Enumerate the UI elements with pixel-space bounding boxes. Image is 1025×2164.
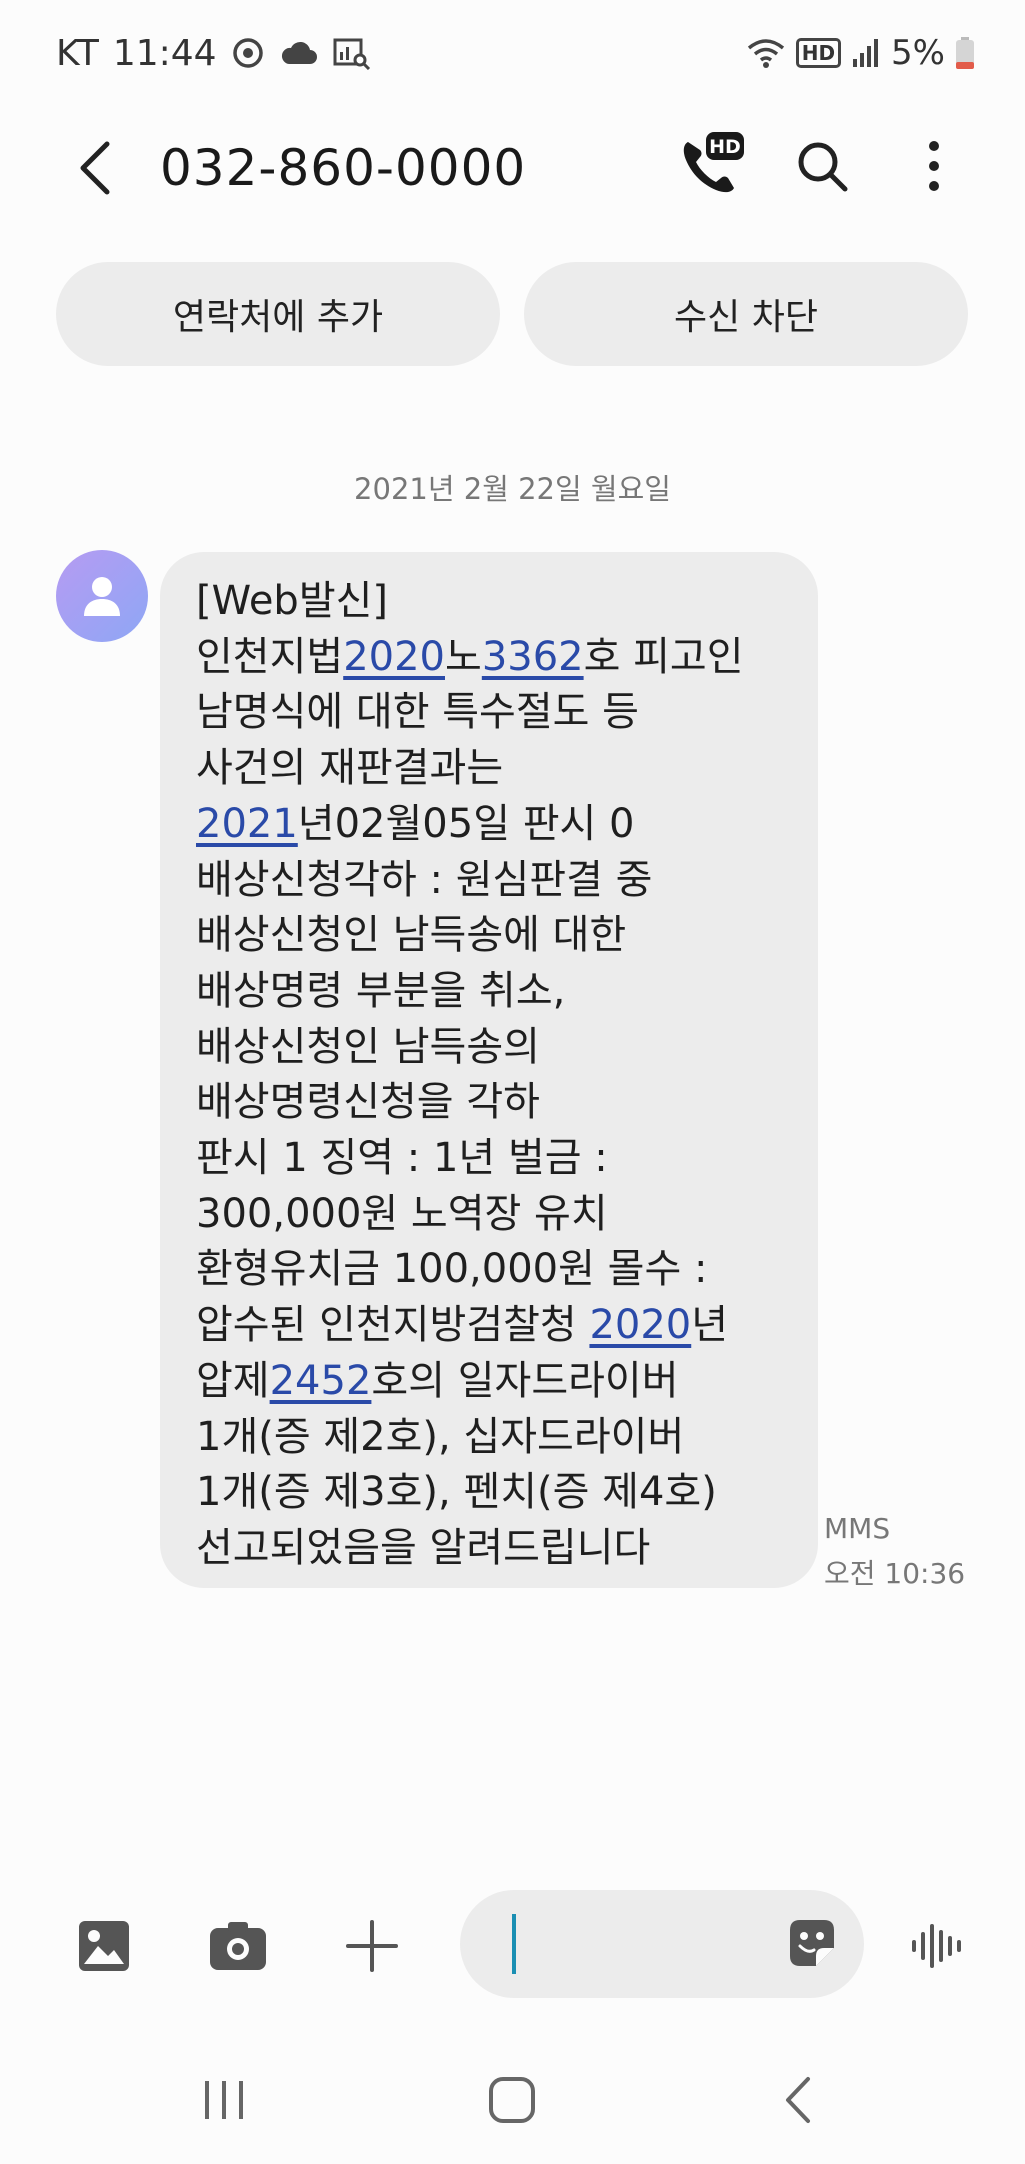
message-line: 300,000원 노역장 유치 xyxy=(196,1187,788,1243)
message-line: 1개(증 제2호), 십자드라이버 xyxy=(196,1410,788,1466)
message-text: 노 xyxy=(445,633,482,680)
sticker-button[interactable] xyxy=(784,1916,840,1972)
message-text: 호의 일자드라이버 xyxy=(371,1357,679,1404)
message-text: 배상명령 부분을 취소, xyxy=(196,967,566,1014)
hd-call-button[interactable]: HD xyxy=(672,128,748,204)
hd-voice-icon: HD xyxy=(795,38,842,68)
home-icon xyxy=(489,2077,535,2123)
recent-apps-button[interactable] xyxy=(174,2060,274,2140)
hd-call-badge: HD xyxy=(709,136,741,158)
conversation-title: 032-860-0000 xyxy=(160,139,527,197)
waveform-icon xyxy=(912,1924,961,1968)
message-line: 인천지법2020노3362호 피고인 xyxy=(196,630,788,686)
sender-avatar[interactable] xyxy=(56,550,148,642)
wifi-icon xyxy=(746,37,786,69)
message-text: 인천지법 xyxy=(196,633,344,680)
message-body: [Web발신] 인천지법2020노3362호 피고인 남명식에 대한 특수절도 등사… xyxy=(196,574,788,1577)
back-arrow-icon xyxy=(80,141,110,195)
message-text: 압제 xyxy=(196,1357,270,1404)
message-line: 배상신청각하 : 원심판결 중 xyxy=(196,853,788,909)
status-bar-left: KT 11:44 xyxy=(56,28,371,78)
message-line: 2021년02월05일 판시 0 xyxy=(196,797,788,853)
message-text: 압수된 인천지방검찰청 xyxy=(196,1302,590,1349)
add-contact-button[interactable]: 연락처에 추가 xyxy=(56,262,500,366)
battery-icon xyxy=(955,36,975,70)
message-text: 년 xyxy=(691,1302,729,1349)
message-line: 남명식에 대한 특수절도 등 xyxy=(196,685,788,741)
search-icon xyxy=(798,142,848,192)
message-text: 배상신청인 남득송에 대한 xyxy=(196,912,627,959)
message-line: 선고되었음을 알려드립니다 xyxy=(196,1521,788,1577)
message-text: 선고되었음을 알려드립니다 xyxy=(196,1524,651,1571)
block-number-button[interactable]: 수신 차단 xyxy=(524,262,968,366)
message-input[interactable] xyxy=(460,1890,864,1998)
gallery-button[interactable] xyxy=(66,1908,142,1984)
message-line: 배상신청인 남득송의 xyxy=(196,1020,788,1076)
message-text: 배상신청각하 : 원심판결 중 xyxy=(196,856,653,903)
message-text: 1개(증 제2호), 십자드라이버 xyxy=(196,1413,685,1460)
home-button[interactable] xyxy=(462,2060,562,2140)
message-type-label: MMS xyxy=(824,1512,891,1545)
message-line: 판시 1 징역 : 1년 벌금 : xyxy=(196,1131,788,1187)
message-text: 배상신청인 남득송의 xyxy=(196,1023,540,1070)
clock: 11:44 xyxy=(112,32,217,74)
status-bar-right: HD 5% xyxy=(746,28,975,78)
back-nav-icon xyxy=(786,2077,810,2123)
message-text: 년02월05일 판시 0 xyxy=(297,800,635,847)
sync-icon xyxy=(231,36,265,70)
message-link[interactable]: 2020 xyxy=(589,1302,691,1348)
date-separator: 2021년 2월 22일 월요일 xyxy=(354,472,671,506)
carrier-label: KT xyxy=(56,32,99,74)
message-text: 호 피고인 xyxy=(583,633,744,680)
message-text: 환형유치금 100,000원 몰수 : xyxy=(196,1246,708,1293)
chart-search-icon xyxy=(333,36,371,70)
image-icon xyxy=(79,1921,129,1971)
recent-apps-icon xyxy=(205,2081,243,2119)
message-line: 압제2452호의 일자드라이버 xyxy=(196,1354,788,1410)
plus-icon xyxy=(346,1920,398,1972)
person-icon xyxy=(84,577,120,616)
battery-percent: 5% xyxy=(891,33,945,73)
sticker-icon xyxy=(790,1920,834,1966)
attach-button[interactable] xyxy=(334,1908,410,1984)
message-link[interactable]: 3362 xyxy=(482,634,584,680)
message-link[interactable]: 2021 xyxy=(196,801,298,847)
hd-call-icon: HD xyxy=(683,132,744,193)
message-text: 판시 1 징역 : 1년 벌금 : xyxy=(196,1135,608,1182)
camera-icon xyxy=(210,1922,266,1970)
message-text: 배상명령신청을 각하 xyxy=(196,1079,540,1126)
message-time: 오전 10:36 xyxy=(824,1557,966,1590)
camera-button[interactable] xyxy=(200,1908,276,1984)
message-line: 배상명령신청을 각하 xyxy=(196,1075,788,1131)
back-button[interactable] xyxy=(66,128,124,208)
message-line: 1개(증 제3호), 펜치(증 제4호) xyxy=(196,1465,788,1521)
message-text: [Web발신] xyxy=(196,578,389,624)
message-line: 환형유치금 100,000원 몰수 : xyxy=(196,1242,788,1298)
text-cursor xyxy=(512,1914,516,1974)
message-bubble[interactable]: [Web발신] 인천지법2020노3362호 피고인 남명식에 대한 특수절도 등사… xyxy=(160,552,818,1588)
search-button[interactable] xyxy=(784,128,860,204)
more-options-button[interactable] xyxy=(896,128,972,204)
message-line: [Web발신] xyxy=(196,574,788,630)
signal-icon xyxy=(851,37,881,69)
message-text: 1개(증 제3호), 펜치(증 제4호) xyxy=(196,1469,717,1516)
message-link[interactable]: 2452 xyxy=(270,1358,372,1404)
message-line: 배상명령 부분을 취소, xyxy=(196,964,788,1020)
back-nav-button[interactable] xyxy=(748,2060,848,2140)
voice-input-button[interactable] xyxy=(900,1908,976,1984)
message-text: 300,000원 노역장 유치 xyxy=(196,1190,608,1237)
more-vert-icon xyxy=(929,141,939,191)
message-line: 압수된 인천지방검찰청 2020년 xyxy=(196,1298,788,1354)
message-text: 남명식에 대한 특수절도 등 xyxy=(196,689,639,736)
message-line: 사건의 재판결과는 xyxy=(196,741,788,797)
cloud-icon xyxy=(279,38,319,68)
message-line: 배상신청인 남득송에 대한 xyxy=(196,908,788,964)
message-link[interactable]: 2020 xyxy=(343,634,445,680)
message-text: 사건의 재판결과는 xyxy=(196,745,504,792)
